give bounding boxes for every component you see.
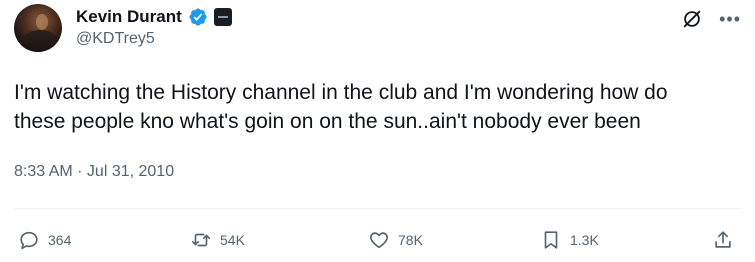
tweet-action-bar: 364 54K 78K 1.3K [0,226,755,254]
reply-icon [20,231,38,250]
share-icon [715,231,731,248]
bookmark-button[interactable]: 1.3K [540,226,599,254]
avatar[interactable] [14,4,62,52]
retweet-icon [191,233,211,247]
avatar-body [20,30,60,52]
tweet-text-line: I'm watching the History channel in the … [14,81,668,104]
like-icon [370,232,388,249]
bookmark-count: 1.3K [570,232,599,248]
tweet-text: I'm watching the History channel in the … [14,78,744,136]
more-icon[interactable]: ••• [719,9,741,29]
tweet-card: Kevin Durant @KDTrey5 ••• I'm watching t… [0,0,755,262]
reply-button[interactable]: 364 [18,226,71,254]
divider [14,208,741,209]
tweet-timestamp[interactable]: 8:33 AM · Jul 31, 2010 [14,163,174,181]
bookmark-icon [544,231,558,249]
retweet-button[interactable]: 54K [190,226,245,254]
author-display-name[interactable]: Kevin Durant [76,7,182,27]
verified-badge-icon[interactable] [188,7,208,27]
author-handle[interactable]: @KDTrey5 [76,30,155,48]
share-button[interactable] [712,226,734,254]
author-name-row: Kevin Durant [76,6,232,28]
reply-count: 364 [48,232,72,248]
tweet-text-line: these people kno what's goin on on the s… [14,110,641,133]
tweet-top-actions: ••• [681,8,741,30]
avatar-face [36,14,48,30]
like-count: 78K [398,232,423,248]
like-button[interactable]: 78K [368,226,423,254]
affiliate-badge-icon[interactable] [213,8,232,26]
retweet-count: 54K [220,232,245,248]
grok-icon[interactable] [681,8,703,30]
